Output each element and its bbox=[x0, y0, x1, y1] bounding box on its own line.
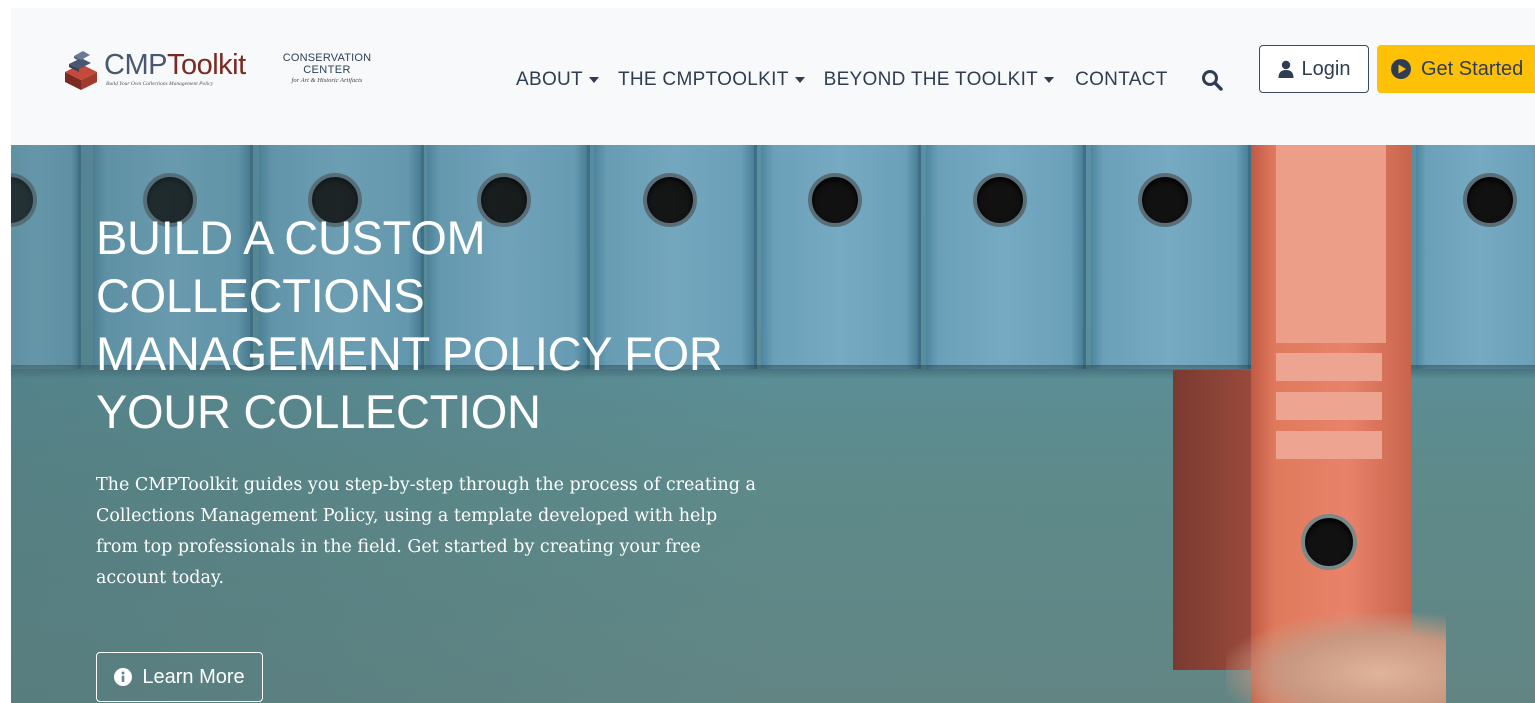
hero-section: BUILD A CUSTOM COLLECTIONS MANAGEMENT PO… bbox=[11, 145, 1535, 703]
nav-item-label: CONTACT bbox=[1075, 69, 1168, 90]
login-button[interactable]: Login bbox=[1259, 45, 1369, 93]
brand-name-toolkit: Toolkit bbox=[166, 49, 246, 81]
hero-title-line: MANAGEMENT POLICY FOR bbox=[96, 327, 723, 380]
site-header: CMPToolkit Build Your Own Collections Ma… bbox=[11, 0, 1535, 145]
brand-logo[interactable]: CMPToolkit Build Your Own Collections Ma… bbox=[61, 50, 246, 90]
nav-item-label: ABOUT bbox=[516, 69, 583, 90]
nav-item-about[interactable]: ABOUT bbox=[516, 69, 599, 91]
nav-item-contact[interactable]: CONTACT bbox=[1075, 69, 1168, 91]
login-label: Login bbox=[1301, 57, 1351, 80]
hero-title: BUILD A CUSTOM COLLECTIONS MANAGEMENT PO… bbox=[96, 209, 796, 441]
main-nav: ABOUT THE CMPTOOLKIT BEYOND THE TOOLKIT … bbox=[516, 60, 1223, 100]
caret-down-icon bbox=[1044, 77, 1055, 83]
user-icon bbox=[1278, 60, 1294, 78]
brand-tagline: Build Your Own Collections Management Po… bbox=[106, 81, 214, 87]
info-circle-icon bbox=[114, 668, 133, 686]
get-started-button[interactable]: Get Started bbox=[1377, 45, 1535, 93]
nav-item-label: THE CMPTOOLKIT bbox=[617, 69, 789, 90]
partner-logo[interactable]: CONSERVATION CENTER for Art & Historic A… bbox=[267, 52, 387, 86]
nav-item-the-cmptoolkit[interactable]: THE CMPTOOLKIT bbox=[618, 69, 805, 91]
hero-title-line: COLLECTIONS bbox=[96, 269, 425, 322]
search-icon bbox=[1201, 70, 1223, 91]
partner-line2: CENTER bbox=[303, 64, 351, 76]
play-circle-icon bbox=[1391, 59, 1411, 79]
nav-item-beyond-the-toolkit[interactable]: BEYOND THE TOOLKIT bbox=[823, 69, 1055, 91]
hero-description: The CMPToolkit guides you step-by-step t… bbox=[96, 475, 756, 588]
hero-title-line: YOUR COLLECTION bbox=[96, 385, 541, 438]
partner-line1: CONSERVATION bbox=[282, 52, 372, 64]
get-started-label: Get Started bbox=[1421, 57, 1524, 80]
hero-title-line: BUILD A CUSTOM bbox=[96, 211, 486, 264]
caret-down-icon bbox=[588, 77, 599, 83]
learn-more-button[interactable]: Learn More bbox=[96, 652, 263, 702]
brand-name-cmp: CMP bbox=[104, 49, 167, 81]
nav-item-label: BEYOND THE TOOLKIT bbox=[823, 69, 1039, 90]
search-button[interactable] bbox=[1201, 69, 1223, 91]
partner-line3: for Art & Historic Artifacts bbox=[291, 77, 363, 84]
brand-name: CMPToolkit bbox=[104, 50, 246, 80]
stacked-books-logo-icon bbox=[65, 51, 97, 90]
learn-more-label: Learn More bbox=[142, 665, 245, 688]
caret-down-icon bbox=[794, 77, 805, 83]
